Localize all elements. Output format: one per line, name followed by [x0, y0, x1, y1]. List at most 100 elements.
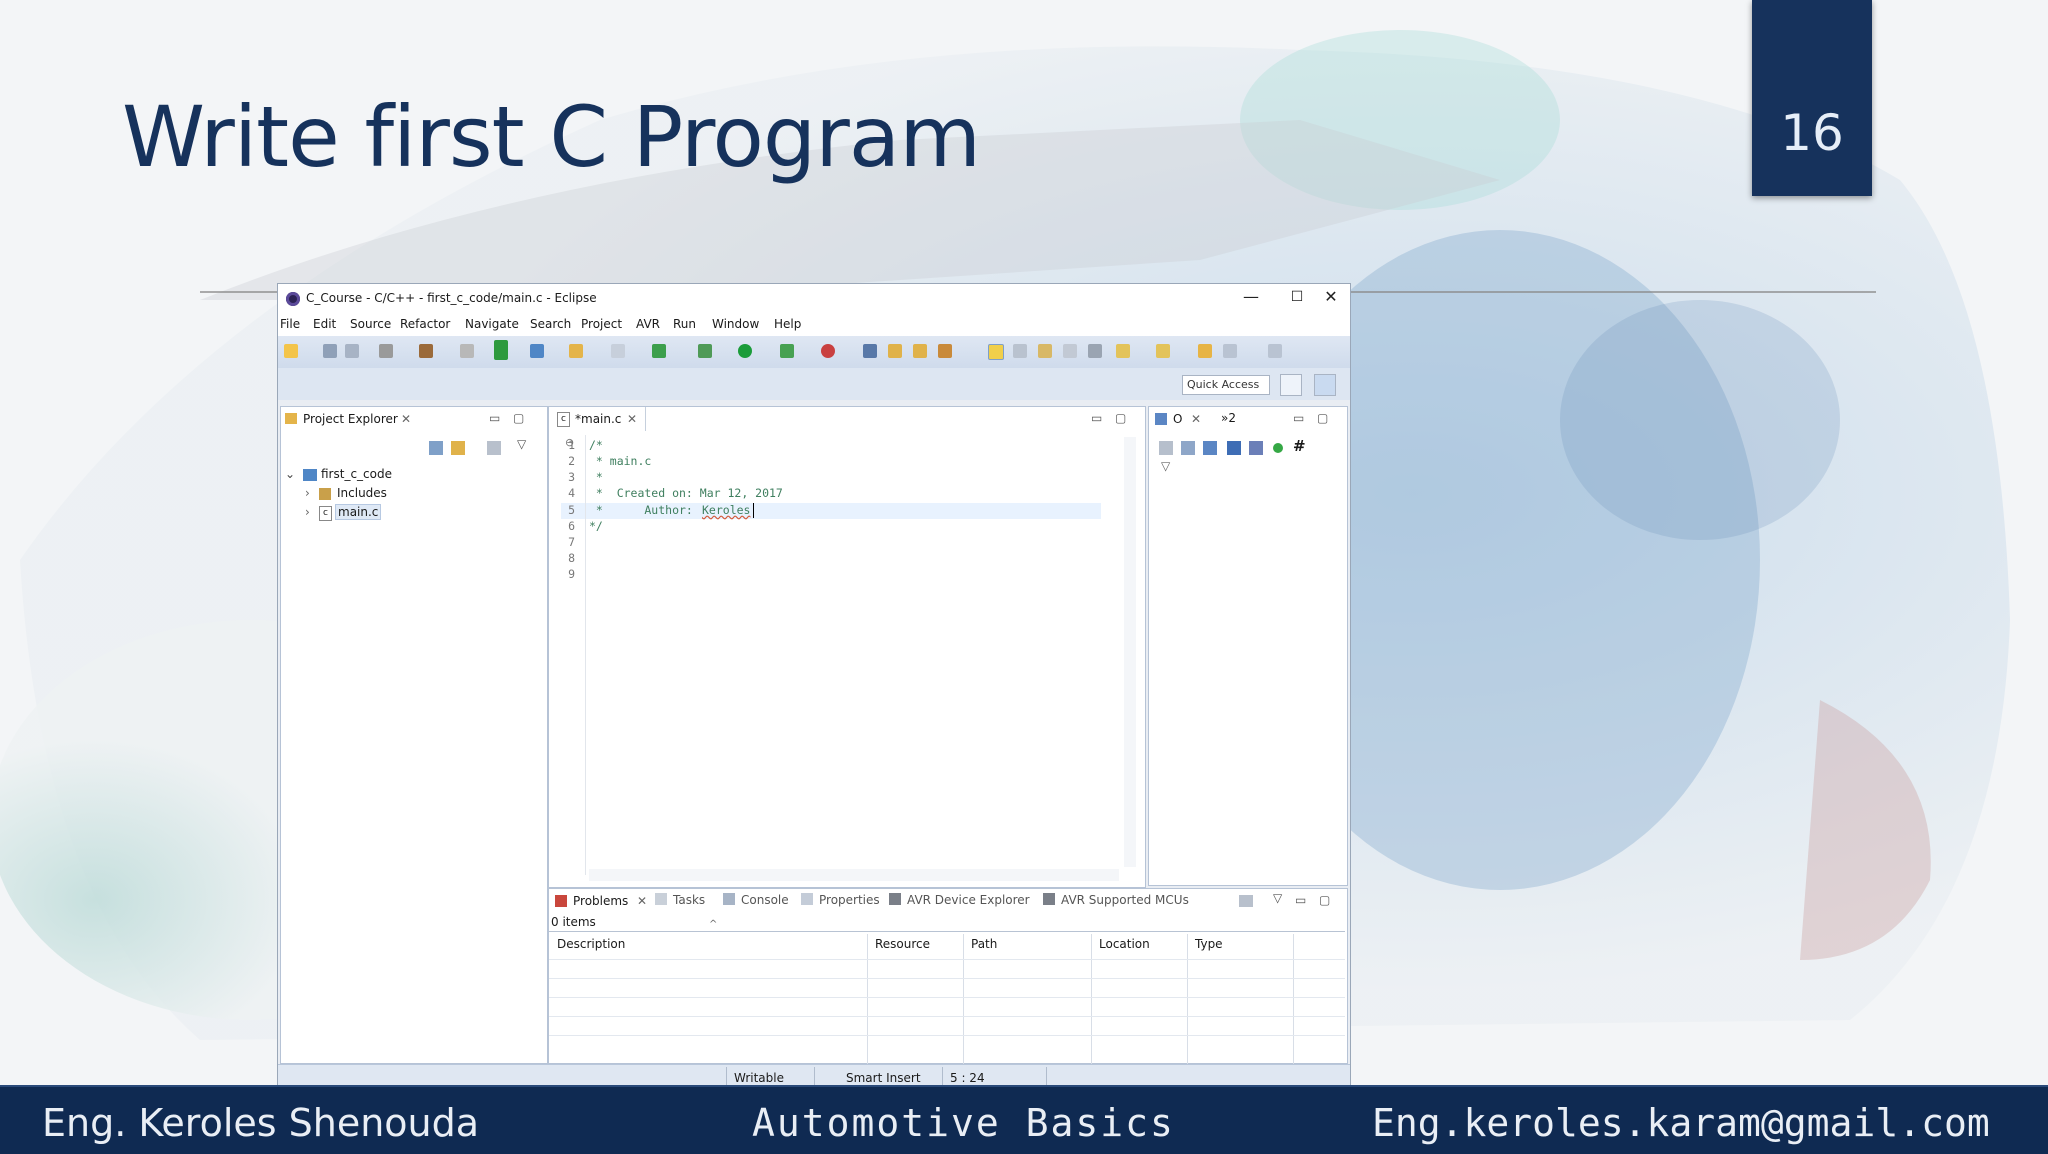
- open-type-icon[interactable]: [888, 344, 902, 358]
- search-icon[interactable]: [863, 344, 877, 358]
- cpp-perspective-icon[interactable]: [1314, 374, 1336, 396]
- menu-help[interactable]: Help: [774, 317, 801, 331]
- save-icon[interactable]: [323, 344, 337, 358]
- menu-refactor[interactable]: Refactor: [400, 317, 450, 331]
- tab-properties[interactable]: Properties: [819, 893, 880, 907]
- line-number: 3: [568, 470, 575, 484]
- menu-avr[interactable]: AVR: [636, 317, 660, 331]
- tab-avr-supported-mcus[interactable]: AVR Supported MCUs: [1061, 893, 1189, 907]
- more-views-tab[interactable]: »2: [1221, 411, 1236, 425]
- view-menu-icon[interactable]: ▽: [1273, 891, 1282, 905]
- external-tools-icon[interactable]: [821, 344, 835, 358]
- refresh-icon[interactable]: [652, 344, 666, 358]
- avr-upload-icon[interactable]: [494, 340, 508, 360]
- run-icon[interactable]: [738, 344, 752, 358]
- tab-tasks[interactable]: Tasks: [673, 893, 705, 907]
- menu-file[interactable]: File: [280, 317, 300, 331]
- chevron-right-icon[interactable]: ›: [305, 505, 310, 519]
- menu-run[interactable]: Run: [673, 317, 696, 331]
- forward-icon[interactable]: [1268, 344, 1282, 358]
- column-resource[interactable]: Resource: [875, 937, 930, 951]
- footer-author: Eng. Keroles Shenouda: [42, 1101, 480, 1145]
- column-location[interactable]: Location: [1099, 937, 1150, 951]
- link-icon[interactable]: [1159, 441, 1173, 455]
- build-settings-icon[interactable]: [379, 344, 393, 358]
- table-row: [549, 978, 1345, 979]
- hide-macros-icon[interactable]: #: [1293, 437, 1306, 455]
- pen-icon[interactable]: [938, 344, 952, 358]
- word-wrap-icon[interactable]: [1038, 344, 1052, 358]
- chevron-right-icon[interactable]: ›: [305, 486, 310, 500]
- prev-annotation-icon[interactable]: [1156, 344, 1170, 358]
- minimize-icon[interactable]: ▭: [1091, 411, 1102, 425]
- filter-icon[interactable]: [1239, 895, 1253, 907]
- hide-fields-icon[interactable]: [1227, 441, 1241, 455]
- close-button[interactable]: ✕: [1308, 284, 1350, 312]
- close-tab-icon[interactable]: ✕: [637, 889, 647, 913]
- maximize-icon[interactable]: ▢: [513, 411, 524, 425]
- link-editor-icon[interactable]: [451, 441, 465, 455]
- menu-navigate[interactable]: Navigate: [465, 317, 519, 331]
- tab-main-c[interactable]: c *main.c ✕: [553, 407, 646, 431]
- code-line: * main.c: [589, 454, 652, 468]
- show-whitespace-icon[interactable]: [1063, 344, 1077, 358]
- vertical-scrollbar[interactable]: [1124, 437, 1136, 867]
- sort-icon[interactable]: [1203, 441, 1217, 455]
- profile-icon[interactable]: [780, 344, 794, 358]
- toggle-block-icon[interactable]: [1013, 344, 1027, 358]
- horizontal-scrollbar[interactable]: [589, 869, 1119, 881]
- minimize-icon[interactable]: ▭: [1293, 411, 1304, 425]
- menu-source[interactable]: Source: [350, 317, 391, 331]
- new-folder-icon[interactable]: [569, 344, 583, 358]
- view-menu-icon[interactable]: ▽: [517, 437, 526, 451]
- tab-avr-device-explorer[interactable]: AVR Device Explorer: [907, 893, 1030, 907]
- new-icon[interactable]: [284, 344, 298, 358]
- new-c-project-icon[interactable]: [530, 344, 544, 358]
- maximize-icon[interactable]: ▢: [1317, 411, 1328, 425]
- close-tab-icon[interactable]: ✕: [627, 407, 637, 431]
- pilcrow-icon[interactable]: [1088, 344, 1102, 358]
- view-menu-icon[interactable]: ▽: [1161, 459, 1170, 473]
- next-annotation-icon[interactable]: [1116, 344, 1130, 358]
- code-line: /*: [589, 438, 603, 452]
- close-tab-icon[interactable]: ✕: [401, 407, 411, 431]
- menu-search[interactable]: Search: [530, 317, 571, 331]
- collapse-icon[interactable]: [1181, 441, 1195, 455]
- code-line: */: [589, 519, 603, 533]
- menu-project[interactable]: Project: [581, 317, 622, 331]
- column-path[interactable]: Path: [971, 937, 997, 951]
- line-number: 6: [568, 519, 575, 533]
- menu-edit[interactable]: Edit: [313, 317, 336, 331]
- last-edit-icon[interactable]: [1198, 344, 1212, 358]
- quick-access-field[interactable]: Quick Access: [1182, 375, 1270, 395]
- tab-problems[interactable]: Problems ✕: [553, 889, 649, 913]
- minimize-icon[interactable]: ▭: [489, 411, 500, 425]
- tab-console[interactable]: Console: [741, 893, 789, 907]
- build-hammer-icon[interactable]: [419, 344, 433, 358]
- minimize-icon[interactable]: ▭: [1295, 893, 1306, 907]
- column-description[interactable]: Description: [557, 937, 625, 951]
- tab-outline[interactable]: O ✕: [1153, 407, 1215, 431]
- debug-icon[interactable]: [698, 344, 712, 358]
- column-divider: [963, 934, 964, 1084]
- maximize-icon[interactable]: ▢: [1319, 893, 1330, 907]
- close-tab-icon[interactable]: ✕: [1191, 407, 1201, 431]
- tab-project-explorer[interactable]: Project Explorer ✕: [283, 407, 423, 431]
- hide-static-icon[interactable]: [1249, 441, 1263, 455]
- save-all-icon[interactable]: [345, 344, 359, 358]
- open-element-icon[interactable]: [913, 344, 927, 358]
- mark-occurrences-icon[interactable]: [988, 344, 1004, 360]
- maximize-icon[interactable]: ▢: [1115, 411, 1126, 425]
- collapse-all-icon[interactable]: [429, 441, 443, 455]
- perspective-bar: Quick Access: [278, 368, 1350, 400]
- menu-window[interactable]: Window: [712, 317, 759, 331]
- back-icon[interactable]: [1223, 344, 1237, 358]
- open-perspective-icon[interactable]: [1280, 374, 1302, 396]
- chevron-down-icon[interactable]: ⌄: [285, 467, 295, 481]
- column-type[interactable]: Type: [1195, 937, 1223, 951]
- filter-icon[interactable]: [487, 441, 501, 455]
- minimize-button[interactable]: —: [1228, 284, 1274, 312]
- hide-non-public-icon[interactable]: [1273, 443, 1283, 453]
- binary-icon[interactable]: [460, 344, 474, 358]
- new-class-icon[interactable]: [611, 344, 625, 358]
